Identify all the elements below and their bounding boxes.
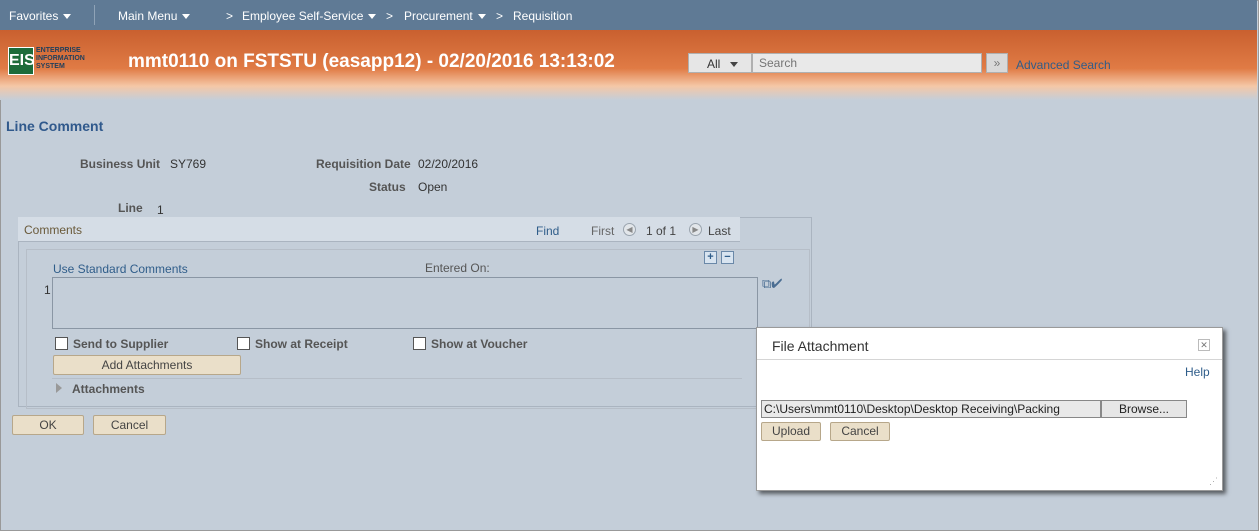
page-title: Line Comment bbox=[6, 118, 104, 134]
checkbox-label: Show at Voucher bbox=[431, 337, 528, 351]
show-at-receipt-checkbox[interactable]: Show at Receipt bbox=[237, 337, 348, 351]
line-value: 1 bbox=[157, 203, 164, 217]
checkbox-label: Send to Supplier bbox=[73, 337, 169, 351]
breadcrumb-label: Procurement bbox=[404, 9, 473, 23]
previous-arrow-icon[interactable]: ◀ bbox=[623, 223, 636, 236]
requisition-date-value: 02/20/2016 bbox=[418, 157, 479, 171]
business-unit-value: SY769 bbox=[170, 157, 207, 171]
send-to-supplier-checkbox[interactable]: Send to Supplier bbox=[55, 337, 168, 351]
cancel-button[interactable]: Cancel bbox=[93, 415, 166, 435]
breadcrumb-separator: > bbox=[386, 9, 394, 23]
logo-line: INFORMATION bbox=[36, 55, 85, 62]
advanced-search-link[interactable]: Advanced Search bbox=[1016, 58, 1111, 72]
chevron-down-icon bbox=[182, 14, 191, 20]
textarea-tools: ⧉✔ bbox=[762, 276, 782, 292]
add-attachments-button[interactable]: Add Attachments bbox=[53, 355, 241, 375]
last-label: Last bbox=[708, 224, 731, 238]
first-label: First bbox=[591, 224, 615, 238]
attachments-collapsible[interactable]: Attachments bbox=[52, 378, 742, 397]
breadcrumb-requisition[interactable]: Requisition bbox=[513, 9, 572, 23]
breadcrumb-procurement[interactable]: Procurement bbox=[404, 9, 486, 23]
help-link[interactable]: Help bbox=[1185, 365, 1210, 379]
comments-heading: Comments bbox=[24, 223, 83, 237]
attachments-label: Attachments bbox=[72, 382, 145, 396]
favorites-label: Favorites bbox=[9, 9, 59, 23]
checkbox-box bbox=[237, 337, 250, 350]
spellcheck-icon[interactable]: ✔ bbox=[771, 276, 782, 291]
logo-line: ENTERPRISE bbox=[36, 47, 81, 54]
expand-icon[interactable]: ⧉ bbox=[762, 276, 771, 291]
logo-text: ENTERPRISE INFORMATION SYSTEM bbox=[36, 47, 85, 71]
search-scope-select[interactable]: All bbox=[688, 53, 752, 73]
use-standard-comments-link[interactable]: Use Standard Comments bbox=[53, 262, 188, 276]
dialog-divider bbox=[757, 359, 1222, 360]
browse-button[interactable]: Browse... bbox=[1101, 400, 1187, 418]
status-label: Status bbox=[369, 180, 406, 194]
breadcrumb-employee-self-service[interactable]: Employee Self-Service bbox=[242, 9, 377, 23]
breadcrumb-label: Employee Self-Service bbox=[242, 9, 364, 23]
status-value: Open bbox=[418, 180, 448, 194]
file-path-field[interactable]: C:\Users\mmt0110\Desktop\Desktop Receivi… bbox=[761, 400, 1101, 418]
main-menu-label: Main Menu bbox=[118, 9, 178, 23]
show-at-voucher-checkbox[interactable]: Show at Voucher bbox=[413, 337, 527, 351]
checkbox-box bbox=[413, 337, 426, 350]
expand-arrow-icon bbox=[56, 383, 62, 393]
requisition-date-label: Requisition Date bbox=[316, 157, 411, 171]
delete-row-icon[interactable]: − bbox=[721, 251, 734, 264]
search-go-button[interactable]: » bbox=[986, 53, 1008, 73]
search-input[interactable] bbox=[752, 53, 982, 73]
chevron-down-icon bbox=[730, 62, 739, 68]
eis-logo: EIS bbox=[8, 47, 35, 75]
add-row-icon[interactable]: + bbox=[704, 251, 717, 264]
dialog-cancel-button[interactable]: Cancel bbox=[830, 422, 890, 441]
search-scope-label: All bbox=[707, 57, 721, 71]
find-link[interactable]: Find bbox=[536, 224, 559, 238]
resize-handle-icon[interactable]: ⋰ bbox=[1209, 476, 1218, 487]
ok-button[interactable]: OK bbox=[12, 415, 84, 435]
row-count: 1 of 1 bbox=[646, 224, 677, 238]
logo-line: SYSTEM bbox=[36, 63, 65, 70]
comment-textarea[interactable] bbox=[52, 277, 758, 329]
chevron-down-icon bbox=[477, 14, 486, 20]
chevron-down-icon bbox=[63, 14, 72, 20]
favorites-menu[interactable]: Favorites bbox=[9, 9, 72, 23]
top-nav-bar: Favorites Main Menu > Employee Self-Serv… bbox=[0, 0, 1257, 30]
close-icon[interactable]: ✕ bbox=[1198, 339, 1210, 351]
chevron-down-icon bbox=[368, 14, 377, 20]
dialog-title: File Attachment bbox=[772, 338, 869, 354]
main-menu[interactable]: Main Menu bbox=[118, 9, 191, 23]
row-number: 1 bbox=[44, 283, 51, 297]
checkbox-label: Show at Receipt bbox=[255, 337, 348, 351]
line-label: Line bbox=[118, 201, 143, 215]
nav-divider bbox=[94, 5, 95, 25]
breadcrumb-separator: > bbox=[226, 9, 234, 23]
business-unit-label: Business Unit bbox=[80, 157, 161, 171]
entered-on-label: Entered On: bbox=[425, 261, 490, 275]
session-title: mmt0110 on FSTSTU (easapp12) - 02/20/201… bbox=[128, 51, 615, 72]
file-attachment-dialog: File Attachment ✕ Help C:\Users\mmt0110\… bbox=[756, 327, 1223, 491]
breadcrumb-separator: > bbox=[496, 9, 504, 23]
next-arrow-icon[interactable]: ▶ bbox=[689, 223, 702, 236]
upload-button[interactable]: Upload bbox=[761, 422, 821, 441]
checkbox-box bbox=[55, 337, 68, 350]
